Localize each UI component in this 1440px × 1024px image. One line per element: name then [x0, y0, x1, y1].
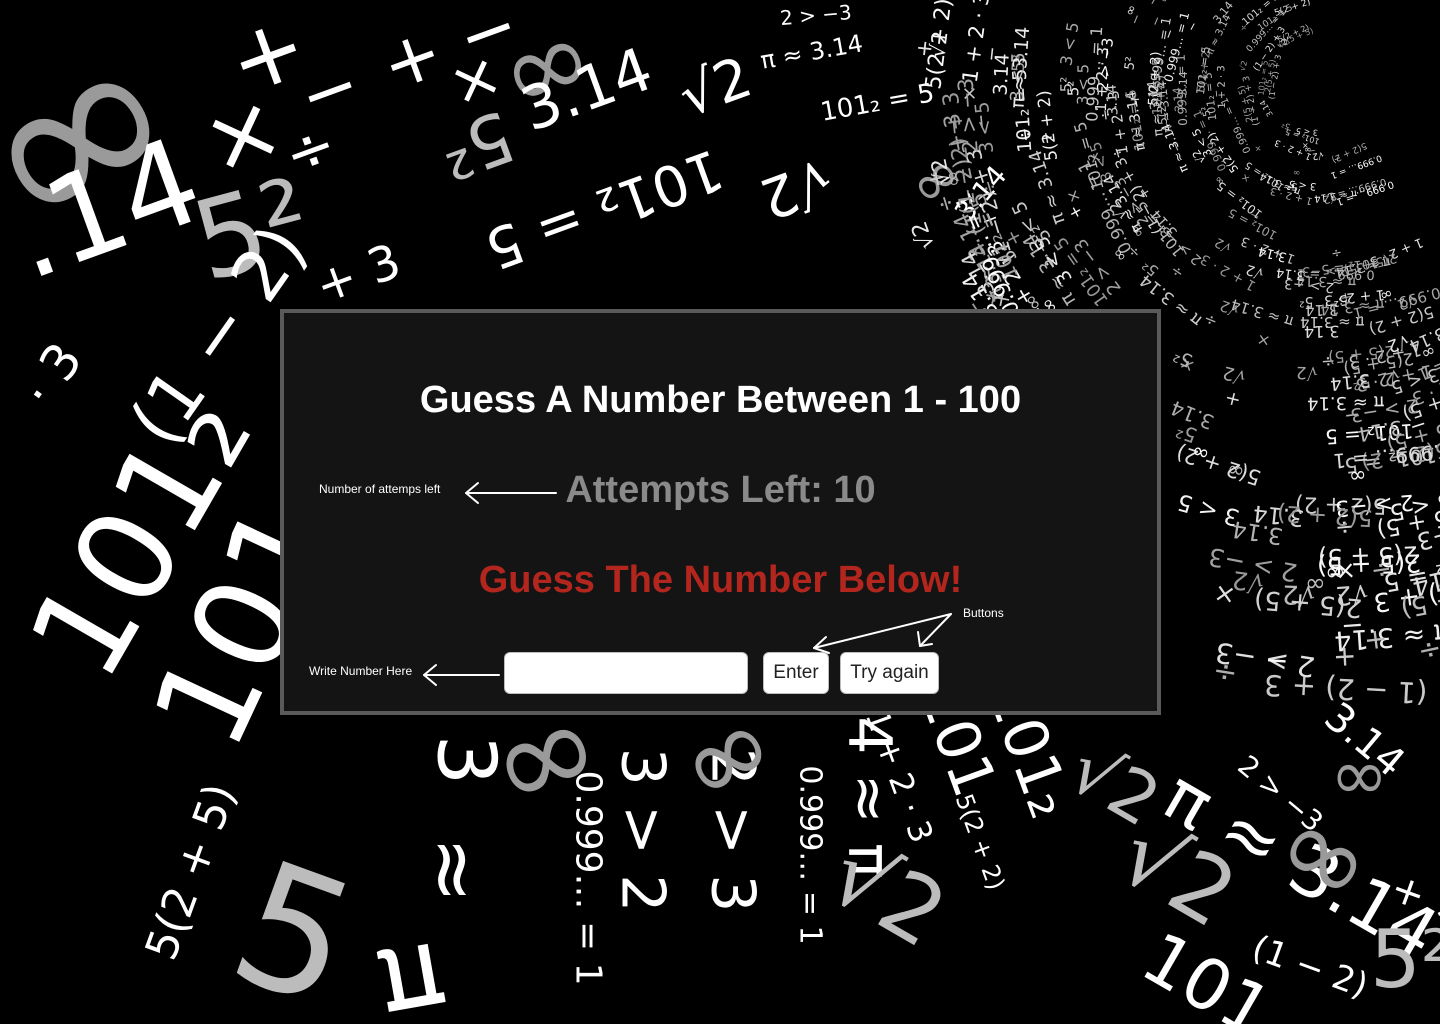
input-arrow-icon [423, 664, 500, 686]
try-again-button[interactable]: Try again [840, 652, 939, 694]
background-math-symbol: √2 [907, 217, 941, 253]
background-math-symbol: · 3 [9, 332, 94, 418]
enter-button[interactable]: Enter [763, 652, 829, 694]
background-math-symbol: − [1263, 644, 1290, 679]
buttons-arrow-icon [813, 613, 952, 654]
background-math-symbol: + [1222, 386, 1244, 412]
background-math-symbol: π [369, 916, 457, 1024]
background-math-symbol: 3.14 [1258, 98, 1275, 119]
background-math-symbol: √2 [1311, 149, 1325, 161]
background-math-symbol: √2 [670, 44, 761, 131]
background-math-symbol: ∞ [1292, 166, 1301, 178]
background-math-symbol: √2 [1237, 59, 1250, 72]
background-math-symbol: ÷ [1329, 244, 1344, 261]
buttons-annotation-label: Buttons [963, 606, 1004, 620]
background-math-symbol: 3 < 5 [1056, 20, 1083, 68]
background-math-symbol: 101₂ = 5 [818, 78, 937, 128]
background-math-symbol: ≈ [407, 836, 501, 904]
background-math-symbol: π ≈ 3.14 [758, 29, 865, 75]
background-math-symbol: + [911, 38, 938, 59]
background-math-symbol: 1 + 2 · 3 [957, 0, 995, 85]
background-math-symbol: ∞ [1122, 2, 1141, 19]
attempts-annotation-label: Number of attemps left [319, 482, 441, 496]
background-math-symbol: + 3 [308, 232, 408, 316]
background-math-symbol: 5² [428, 94, 525, 196]
game-title: Guess A Number Between 1 - 100 [419, 379, 1022, 421]
background-math-symbol: + [1362, 622, 1390, 659]
background-math-symbol: 3.14 [1103, 83, 1122, 117]
background-math-symbol: √2 [1230, 564, 1266, 599]
background-math-symbol: × [1255, 329, 1272, 352]
background-math-symbol: + [1252, 141, 1265, 155]
input-annotation-label: Write Number Here [309, 664, 413, 678]
background-math-symbol: 5(2 + 5) [135, 777, 247, 967]
background-math-symbol: π ≈ 3.14 [1228, 294, 1296, 332]
background-math-symbol: ÷ [1014, 125, 1037, 144]
background-math-symbol: 5² [1370, 913, 1440, 1006]
background-math-symbol: 3 > 2 [607, 747, 678, 913]
background-math-symbol: ∞ [1304, 569, 1327, 600]
background-math-symbol: ∞ [1330, 734, 1389, 816]
background-math-symbol: + [1332, 640, 1358, 675]
background-math-symbol: 3.14 [1167, 395, 1218, 435]
background-math-symbol: 5(2 + 2) [1173, 440, 1264, 490]
background-math-symbol: (1 − 2) + 3 [1263, 667, 1429, 711]
background-math-symbol: 5² [1299, 293, 1314, 309]
background-math-symbol: 5² [1122, 55, 1140, 72]
background-math-symbol: √2 [751, 145, 841, 232]
background-math-symbol: 0.999… = 1 [567, 770, 609, 986]
background-math-symbol: 3.14 [1170, 86, 1186, 113]
background-math-symbol: √2 [1333, 577, 1370, 611]
background-math-symbol: 2 > −3 [1301, 262, 1349, 279]
background-math-symbol: √2 [1220, 361, 1249, 388]
background-math-symbol: ÷ [1166, 260, 1188, 283]
background-math-symbol: 2 > −3 [779, 0, 853, 31]
background-math-symbol: π ≈ 3.14 [1319, 295, 1386, 319]
background-math-symbol: √2 [1212, 233, 1235, 256]
background-math-symbol: ∞ [1347, 463, 1368, 489]
background-math-symbol: √2 [1295, 361, 1318, 383]
guess-message: Guess The Number Below! [478, 559, 963, 601]
background-math-symbol: − [1145, 0, 1164, 9]
background-math-symbol: 0.999… = 1 [792, 765, 828, 945]
background-math-symbol: 1 + 2 · 3 [1216, 65, 1229, 109]
background-math-symbol: 5 [209, 823, 379, 1024]
guess-number-input[interactable] [504, 652, 748, 694]
background-math-symbol: 5² [1064, 80, 1083, 97]
background-math-symbol: 2(5 + 5) [1317, 540, 1419, 572]
game-panel: Guess A Number Between 1 - 100 Attempts … [280, 309, 1161, 715]
background-math-symbol: 3.14 [1210, 0, 1237, 27]
background-math-symbol: 5(2 + 2) [1276, 499, 1374, 531]
